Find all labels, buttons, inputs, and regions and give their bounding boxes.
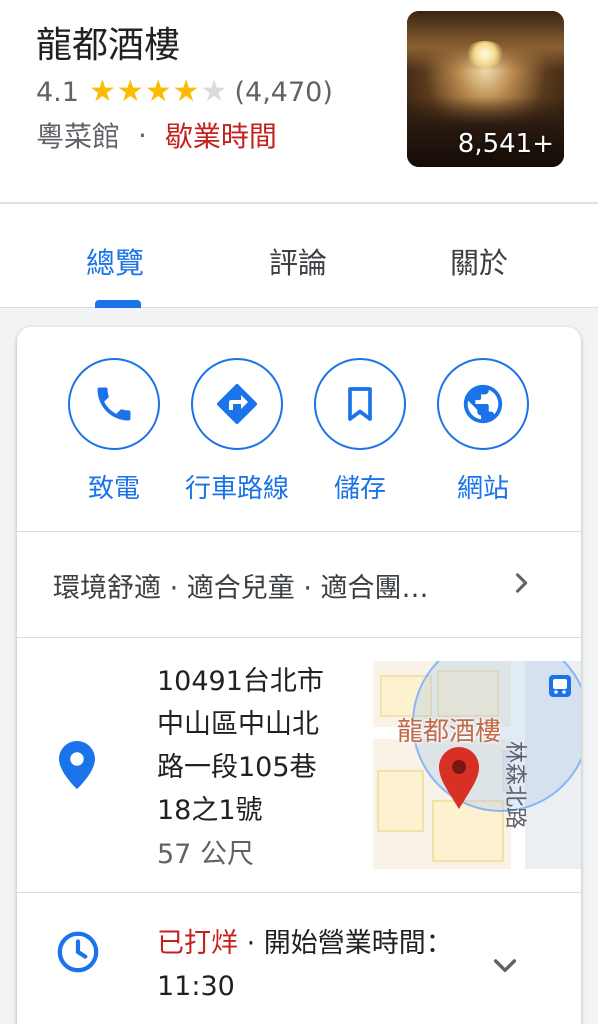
amenities-summary[interactable]: 環境舒適 · 適合兒童 · 適合團… xyxy=(53,566,473,605)
map-thumbnail[interactable]: 龍都酒樓 林森北路 xyxy=(373,661,581,869)
address-line: 中山區中山北 xyxy=(157,709,319,740)
map-road-label: 林森北路 xyxy=(502,741,527,830)
star-empty-icon: ★ xyxy=(200,74,228,109)
rating-row[interactable]: 4.1 ★ ★ ★ ★ ★ (4,470) xyxy=(36,72,333,112)
directions-button-circle xyxy=(191,358,283,450)
globe-icon xyxy=(463,384,503,424)
tab-active-indicator xyxy=(95,300,141,308)
distance-text: 57 公尺 xyxy=(157,839,254,870)
chevron-right-icon[interactable] xyxy=(507,569,535,597)
directions-label: 行車路線 xyxy=(184,474,289,504)
address-block[interactable]: 10491台北市 中山區中山北 路一段105巷 18之1號 xyxy=(157,660,357,832)
review-count: (4,470) xyxy=(234,76,333,108)
star-icon: ★ xyxy=(144,74,172,109)
place-header: 龍都酒樓 4.1 ★ ★ ★ ★ ★ (4,470) 粵菜館 · 歇業時間 8,… xyxy=(0,0,598,203)
photo-chandelier xyxy=(465,41,505,67)
card-divider xyxy=(17,531,581,532)
website-label: 網站 xyxy=(456,474,509,504)
star-icon: ★ xyxy=(88,74,116,109)
address-line: 18之1號 xyxy=(157,795,263,826)
overview-card: 致電 行車路線 儲存 網站 環境舒適 · 適合兒童 · 適合團… 10491台北… xyxy=(17,327,581,1024)
directions-icon xyxy=(217,383,258,424)
chevron-down-icon[interactable] xyxy=(489,949,521,981)
website-button-circle xyxy=(437,358,529,450)
save-button[interactable]: 儲存 xyxy=(300,358,420,505)
hours-link[interactable]: 歇業時間 xyxy=(165,115,277,155)
address-line: 10491台北市 xyxy=(157,666,324,697)
place-photo-thumbnail[interactable]: 8,541+ xyxy=(407,11,564,167)
place-title: 龍都酒樓 xyxy=(36,25,181,66)
hours-summary[interactable]: 已打烊 · 開始營業時間：11:30 xyxy=(157,922,457,1008)
call-button[interactable]: 致電 xyxy=(54,358,174,505)
call-button-circle xyxy=(68,358,160,450)
card-divider xyxy=(17,892,581,893)
tab-reviews[interactable]: 評論 xyxy=(269,240,327,282)
address-line: 路一段105巷 xyxy=(157,752,317,783)
call-label: 致電 xyxy=(87,474,140,504)
phone-icon xyxy=(97,387,131,421)
rating-value: 4.1 xyxy=(36,76,79,108)
clock-icon xyxy=(57,931,99,973)
save-button-circle xyxy=(314,358,406,450)
bookmark-icon xyxy=(348,387,372,421)
location-pin-icon xyxy=(59,741,95,789)
tab-bar: 總覽 評論 關於 xyxy=(0,204,598,308)
star-icon: ★ xyxy=(116,74,144,109)
website-button[interactable]: 網站 xyxy=(423,358,543,505)
place-meta: 粵菜館 · 歇業時間 xyxy=(36,114,277,156)
card-divider xyxy=(17,637,581,638)
map-place-label: 龍都酒樓 xyxy=(397,717,502,747)
meta-separator: · xyxy=(138,118,147,152)
hours-status: 已打烊 xyxy=(157,928,238,959)
rating-stars: ★ ★ ★ ★ ★ xyxy=(89,77,229,107)
save-label: 儲存 xyxy=(333,474,386,504)
tab-about[interactable]: 關於 xyxy=(450,240,508,282)
star-icon: ★ xyxy=(172,74,200,109)
map-drawing xyxy=(373,661,581,869)
place-category: 粵菜館 xyxy=(36,120,121,153)
photo-count: 8,541+ xyxy=(457,129,554,159)
tab-overview[interactable]: 總覽 xyxy=(86,240,144,282)
directions-button[interactable]: 行車路線 xyxy=(177,358,297,505)
